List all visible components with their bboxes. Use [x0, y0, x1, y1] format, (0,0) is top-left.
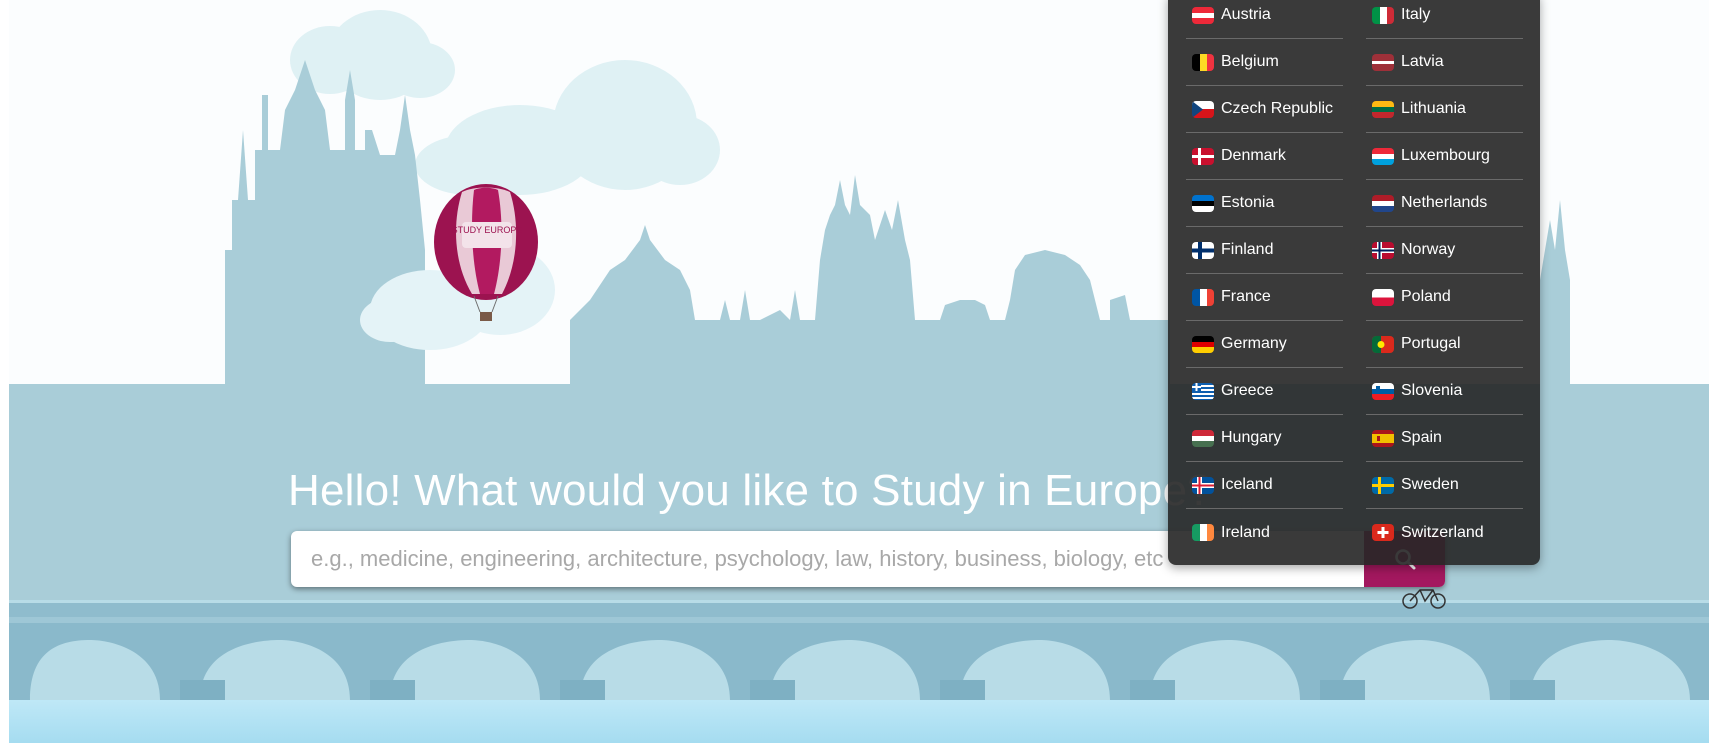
country-label: Iceland [1221, 476, 1273, 493]
country-label: Denmark [1221, 147, 1286, 164]
sweden-flag-icon [1372, 476, 1394, 494]
country-label: Switzerland [1401, 523, 1484, 541]
country-label: Netherlands [1401, 194, 1488, 211]
balloon-logo-text: STUDY EUROPE [452, 225, 523, 235]
country-label: France [1221, 288, 1271, 305]
czech-flag-icon [1192, 100, 1214, 118]
netherlands-flag-icon [1372, 194, 1394, 212]
country-item-denmark[interactable]: Denmark [1186, 133, 1343, 180]
lake-water [9, 700, 1709, 743]
portugal-flag-icon [1372, 335, 1394, 353]
lithuania-flag-icon [1372, 100, 1394, 118]
poland-flag-icon [1372, 288, 1394, 306]
denmark-flag-icon [1192, 147, 1214, 165]
country-item-iceland[interactable]: Iceland [1186, 462, 1343, 509]
iceland-flag-icon [1192, 476, 1214, 494]
country-column-right: Italy Latvia Lithuania Luxembourg Nether… [1366, 0, 1523, 556]
norway-flag-icon [1372, 241, 1394, 259]
country-item-sweden[interactable]: Sweden [1366, 462, 1523, 509]
country-label: Finland [1221, 241, 1274, 258]
country-label: Sweden [1401, 476, 1459, 493]
balloon-illustration: STUDY EUROPE [434, 184, 538, 321]
country-label: Estonia [1221, 194, 1275, 211]
hero-heading: Hello! What would you like to Study in E… [288, 466, 1212, 515]
country-item-poland[interactable]: Poland [1366, 274, 1523, 321]
country-item-switzerland[interactable]: Switzerland [1366, 509, 1523, 556]
country-item-belgium[interactable]: Belgium [1186, 39, 1343, 86]
country-label: Ireland [1221, 523, 1270, 541]
country-item-finland[interactable]: Finland [1186, 227, 1343, 274]
country-item-hungary[interactable]: Hungary [1186, 415, 1343, 462]
greece-flag-icon [1192, 382, 1214, 400]
country-item-czech-republic[interactable]: Czech Republic [1186, 86, 1343, 133]
country-item-ireland[interactable]: Ireland [1186, 509, 1343, 556]
latvia-flag-icon [1372, 53, 1394, 71]
country-label: Latvia [1401, 53, 1444, 70]
country-item-lithuania[interactable]: Lithuania [1366, 86, 1523, 133]
italy-flag-icon [1372, 6, 1394, 24]
country-label: Slovenia [1401, 382, 1463, 399]
country-dropdown-menu: Austria Belgium Czech Republic Denmark E… [1168, 0, 1540, 565]
slovenia-flag-icon [1372, 382, 1394, 400]
country-label: Italy [1401, 6, 1431, 23]
country-label: Belgium [1221, 53, 1279, 70]
country-item-slovenia[interactable]: Slovenia [1366, 368, 1523, 415]
country-label: Lithuania [1401, 100, 1466, 117]
country-item-germany[interactable]: Germany [1186, 321, 1343, 368]
country-label: Norway [1401, 241, 1456, 258]
country-item-portugal[interactable]: Portugal [1366, 321, 1523, 368]
ireland-flag-icon [1192, 524, 1214, 541]
country-item-estonia[interactable]: Estonia [1186, 180, 1343, 227]
country-item-norway[interactable]: Norway [1366, 227, 1523, 274]
belgium-flag-icon [1192, 53, 1214, 71]
country-item-luxembourg[interactable]: Luxembourg [1366, 133, 1523, 180]
hungary-flag-icon [1192, 429, 1214, 447]
country-item-italy[interactable]: Italy [1366, 0, 1523, 39]
country-label: Germany [1221, 335, 1287, 352]
france-flag-icon [1192, 288, 1214, 306]
country-item-austria[interactable]: Austria [1186, 0, 1343, 39]
country-label: Portugal [1401, 335, 1461, 352]
country-label: Poland [1401, 288, 1451, 305]
country-label: Hungary [1221, 429, 1282, 446]
country-label: Luxembourg [1401, 147, 1490, 164]
country-label: Czech Republic [1221, 100, 1334, 117]
country-item-latvia[interactable]: Latvia [1366, 39, 1523, 86]
austria-flag-icon [1192, 6, 1214, 24]
estonia-flag-icon [1192, 194, 1214, 212]
country-label: Austria [1221, 6, 1271, 23]
country-label: Spain [1401, 429, 1442, 446]
spain-flag-icon [1372, 429, 1394, 447]
country-item-spain[interactable]: Spain [1366, 415, 1523, 462]
country-item-netherlands[interactable]: Netherlands [1366, 180, 1523, 227]
country-item-greece[interactable]: Greece [1186, 368, 1343, 415]
country-item-france[interactable]: France [1186, 274, 1343, 321]
country-label: Greece [1221, 382, 1274, 399]
germany-flag-icon [1192, 335, 1214, 353]
switzerland-flag-icon [1372, 524, 1394, 541]
finland-flag-icon [1192, 241, 1214, 259]
luxembourg-flag-icon [1372, 147, 1394, 165]
country-column-left: Austria Belgium Czech Republic Denmark E… [1186, 0, 1343, 556]
